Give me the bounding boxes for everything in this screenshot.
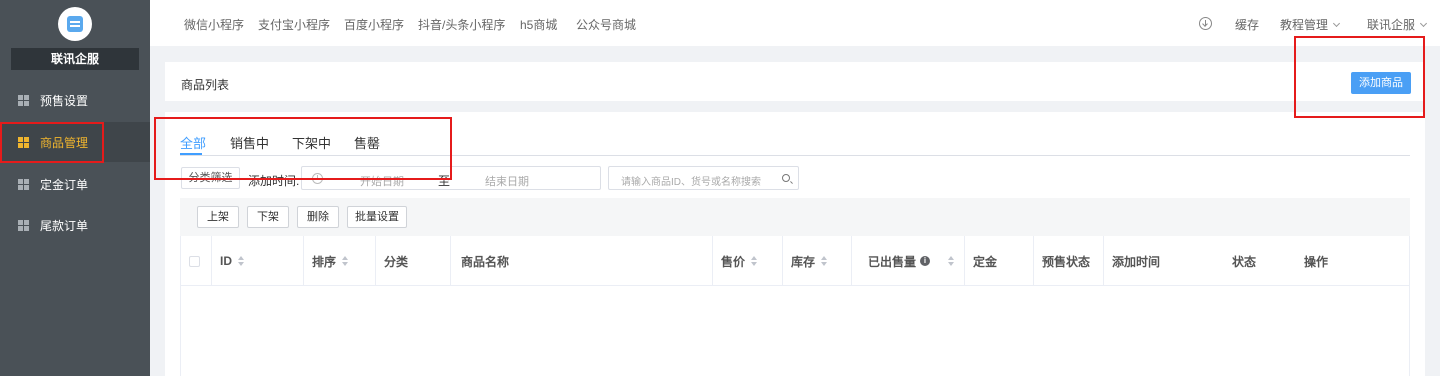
- logo-icon: [67, 16, 83, 32]
- select-all-cell: [181, 236, 212, 286]
- search-icon[interactable]: [782, 174, 790, 182]
- column-header-product-name: 商品名称: [451, 236, 713, 286]
- brand-name: 联讯企服: [11, 48, 139, 70]
- product-table: ID 排序 分类 商品名称 售价 库存 已出售量 i 定金 预售状态 添加时间 状…: [180, 236, 1410, 376]
- info-icon: i: [920, 256, 931, 266]
- sidebar-item-label: 预售设置: [40, 93, 89, 108]
- sidebar-item-presale-settings[interactable]: 预售设置: [0, 80, 150, 120]
- nav-link-douyin-miniprogram[interactable]: 抖音/头条小程序: [418, 16, 505, 33]
- highlight-box-menu: [0, 122, 104, 163]
- cache-link[interactable]: 缓存: [1235, 16, 1259, 33]
- sidebar: 联讯企服 预售设置 商品管理 定金订单 尾款订单: [0, 0, 150, 376]
- grid-icon: [18, 94, 29, 106]
- column-header-add-time: 添加时间: [1112, 254, 1161, 269]
- column-header-deposit: 定金: [965, 236, 1034, 286]
- download-icon[interactable]: [1199, 17, 1212, 30]
- nav-link-official-account-mall[interactable]: 公众号商城: [576, 16, 636, 33]
- column-header-sold-qty[interactable]: 已出售量 i: [852, 236, 965, 286]
- highlight-box-add-button: [1294, 36, 1425, 118]
- sidebar-item-label: 定金订单: [40, 177, 89, 192]
- page-title: 商品列表: [181, 78, 230, 92]
- bulk-action-bar: 上架 下架 删除 批量设置: [180, 198, 1410, 236]
- logo: [58, 7, 92, 41]
- chevron-down-icon: [1419, 19, 1428, 28]
- sort-icon[interactable]: [238, 255, 245, 267]
- highlight-box-tabs: [154, 117, 452, 180]
- delete-button[interactable]: 删除: [297, 206, 339, 228]
- date-end-placeholder: 结束日期: [485, 176, 529, 188]
- column-header-stock[interactable]: 库存: [783, 236, 852, 286]
- sort-icon[interactable]: [342, 255, 349, 267]
- sort-icon[interactable]: [821, 255, 828, 267]
- put-on-shelf-button[interactable]: 上架: [197, 206, 239, 228]
- chevron-down-icon: [1332, 19, 1341, 28]
- table-header: ID 排序 分类 商品名称 售价 库存 已出售量 i 定金 预售状态 添加时间 状…: [181, 236, 1409, 286]
- sort-icon[interactable]: [948, 255, 955, 267]
- tutorial-label: 教程管理: [1280, 18, 1329, 32]
- take-off-shelf-button[interactable]: 下架: [247, 206, 289, 228]
- search-input[interactable]: 请输入商品ID、货号或名称搜索: [608, 166, 799, 190]
- grid-icon: [18, 178, 29, 190]
- sidebar-item-deposit-orders[interactable]: 定金订单: [0, 164, 150, 204]
- sidebar-item-label: 尾款订单: [40, 218, 89, 233]
- grid-icon: [18, 219, 29, 231]
- account-menu[interactable]: 联讯企服: [1367, 16, 1428, 33]
- column-header-actions: 操作: [1304, 254, 1329, 269]
- sort-icon[interactable]: [751, 255, 758, 267]
- search-placeholder: 请输入商品ID、货号或名称搜索: [621, 177, 761, 188]
- column-header-sort[interactable]: 排序: [304, 236, 376, 286]
- account-label: 联讯企服: [1367, 18, 1416, 32]
- column-header-price[interactable]: 售价: [713, 236, 783, 286]
- nav-link-alipay-miniprogram[interactable]: 支付宝小程序: [258, 16, 330, 33]
- column-header-category: 分类: [376, 236, 451, 286]
- nav-link-h5-mall[interactable]: h5商城: [520, 16, 557, 33]
- column-header-status: 状态: [1232, 254, 1257, 269]
- column-header-id[interactable]: ID: [212, 236, 304, 286]
- sidebar-item-balance-orders[interactable]: 尾款订单: [0, 205, 150, 245]
- nav-link-baidu-miniprogram[interactable]: 百度小程序: [344, 16, 404, 33]
- column-header-presale-status: 预售状态: [1034, 236, 1104, 286]
- select-all-checkbox[interactable]: [189, 255, 200, 267]
- page-header: 商品列表 添加商品: [165, 62, 1425, 101]
- tutorial-menu[interactable]: 教程管理: [1280, 16, 1341, 33]
- nav-link-wechat-miniprogram[interactable]: 微信小程序: [184, 16, 244, 33]
- batch-settings-button[interactable]: 批量设置: [347, 206, 407, 228]
